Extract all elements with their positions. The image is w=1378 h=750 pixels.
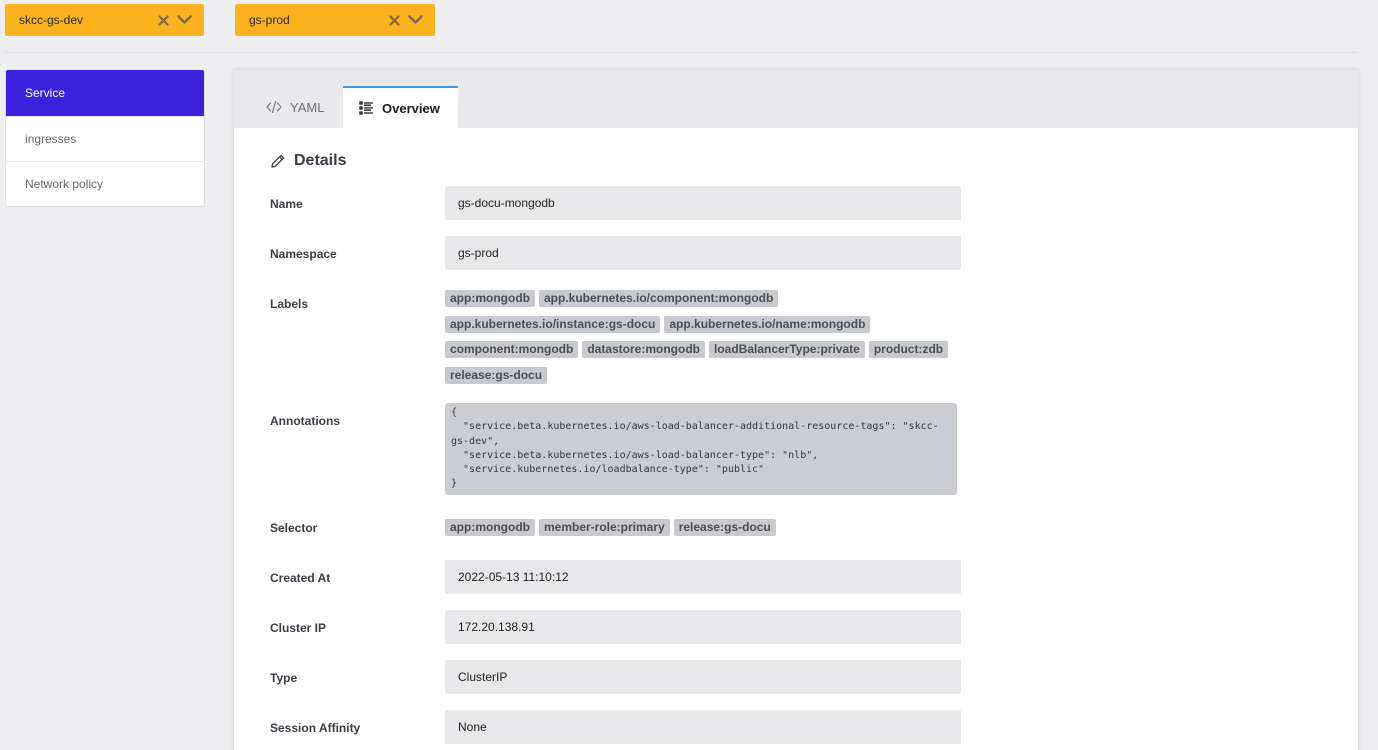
cluster-selector[interactable]: skcc-gs-dev [5,4,204,36]
tag-row: component:mongodb datastore:mongodb load… [445,341,961,367]
sidebar-item-label: Service [25,86,66,100]
name-value: gs-docu-mongodb [445,186,961,220]
clear-icon[interactable] [156,13,170,27]
sidebar-item-network-policy[interactable]: Network policy [6,161,204,206]
label-tag: app.kubernetes.io/name:mongodb [664,315,871,333]
details-title: Details [294,152,347,169]
label-tag: app.kubernetes.io/component:mongodb [538,290,779,307]
chevron-down-icon[interactable] [176,13,192,27]
sidebar-item-label: Network policy [25,177,104,191]
name-label: Name [270,197,303,211]
header-divider [5,52,1357,53]
tag-row: release:gs-docu [445,366,961,393]
sidebar-item-label: ingresses [25,132,77,146]
pencil-icon [270,153,286,169]
namespace-selector[interactable]: gs-prod [235,4,435,36]
label-tag: app:mongodb [445,290,535,307]
namespace-label: Namespace [270,247,337,261]
created-at-label: Created At [270,571,331,585]
type-value: ClusterIP [445,660,961,694]
selector-tag: member-role:primary [538,519,670,536]
annotations-label: Annotations [270,414,340,428]
tag-row: app.kubernetes.io/instance:gs-docu app.k… [445,315,961,342]
created-at-value: 2022-05-13 11:10:12 [445,560,961,594]
tab-label: YAML [290,99,325,115]
selector-tag: release:gs-docu [673,519,776,536]
cluster-ip-label: Cluster IP [270,621,327,635]
type-label: Type [270,671,298,685]
list-icon [359,101,374,115]
selector-label: Selector [270,521,318,535]
label-tag: component:mongodb [445,341,579,358]
label-tag: loadBalancerType:private [708,341,865,358]
labels-label: Labels [270,297,309,311]
details-heading: Details [270,152,346,170]
detail-panel: YAML Overview Details Name gs-docu-mongo… [234,70,1358,750]
tab-label: Overview [382,100,440,116]
label-tag: datastore:mongodb [582,341,705,358]
sidebar-item-service[interactable]: Service [6,70,204,116]
session-affinity-label: Session Affinity [270,721,361,735]
label-tag: app.kubernetes.io/instance:gs-docu [445,315,661,333]
tag-row: app:mongodb member-role:primary release:… [445,519,961,545]
namespace-selector-value: gs-prod [249,13,290,27]
cluster-selector-value: skcc-gs-dev [19,13,84,27]
clear-icon[interactable] [387,13,401,27]
tab-overview[interactable]: Overview [343,86,458,128]
tab-yaml[interactable]: YAML [266,86,324,128]
annotations-code-block: { "service.beta.kubernetes.io/aws-load-b… [445,403,957,495]
namespace-value: gs-prod [445,236,961,270]
sidebar-item-ingresses[interactable]: ingresses [6,116,204,161]
session-affinity-value: None [445,710,961,744]
resource-sidebar: Service ingresses Network policy [5,69,205,207]
label-tag: release:gs-docu [445,366,548,384]
cluster-ip-value: 172.20.138.91 [445,610,961,644]
selector-tag-list: app:mongodb member-role:primary release:… [445,519,961,545]
labels-tag-list: app:mongodb app.kubernetes.io/component:… [445,290,961,392]
tag-row: app:mongodb app.kubernetes.io/component:… [445,290,961,316]
selector-tag: app:mongodb [445,519,535,536]
chevron-down-icon[interactable] [407,13,423,27]
tab-bar: YAML Overview [234,70,1358,128]
code-icon [266,100,282,114]
label-tag: product:zdb [868,341,949,358]
